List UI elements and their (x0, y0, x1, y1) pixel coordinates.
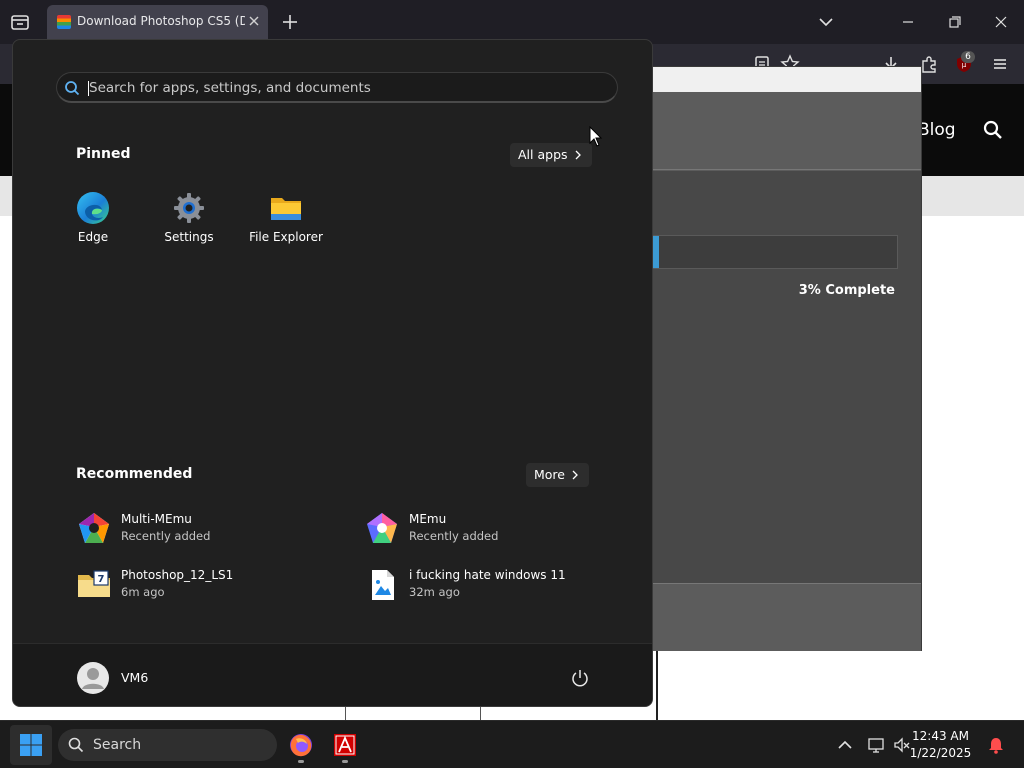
user-avatar-icon[interactable] (76, 661, 110, 695)
multi-memu-icon (79, 513, 109, 543)
start-menu: Pinned All apps Edge (12, 39, 653, 707)
site-nav-blog[interactable]: Blog (918, 120, 956, 140)
chevron-right-icon (575, 150, 581, 160)
dialog-footer (641, 583, 921, 651)
all-apps-label: All apps (518, 147, 568, 162)
browser-tab-bar: Download Photoshop CS5 (Dire (0, 0, 1024, 44)
recommended-item-subtitle: Recently added (121, 529, 211, 543)
recommended-item-subtitle: 32m ago (409, 585, 460, 599)
clock-time[interactable]: 12:43 AM (900, 729, 981, 743)
recommended-item-name: Multi-MEmu (121, 512, 192, 526)
taskbar-search-box[interactable]: Search (58, 729, 277, 761)
folder-icon (271, 198, 301, 220)
table-border (480, 706, 481, 720)
recommended-item[interactable]: i fucking hate windows 11 32m ago (364, 565, 614, 605)
chevron-down-icon[interactable] (816, 12, 836, 32)
adobe-icon (334, 734, 356, 756)
site-favicon-icon (57, 15, 71, 29)
chevron-up-icon[interactable] (835, 735, 855, 755)
settings-gear-icon (174, 193, 204, 223)
edge-icon (77, 192, 109, 224)
search-icon (68, 737, 84, 753)
taskbar-search-label: Search (93, 737, 142, 753)
more-label: More (534, 467, 565, 482)
svg-text:7: 7 (98, 574, 105, 585)
start-menu-footer: VM6 (13, 643, 652, 706)
recommended-item[interactable]: Multi-MEmu Recently added (76, 509, 326, 549)
tab-list-icon[interactable] (9, 11, 31, 33)
search-icon (65, 81, 80, 96)
search-icon[interactable] (982, 119, 1004, 141)
all-apps-button[interactable]: All apps (510, 143, 592, 167)
close-window-icon[interactable] (991, 12, 1011, 32)
pinned-app-label: File Explorer (249, 230, 323, 244)
tab-title: Download Photoshop CS5 (Dire (77, 14, 245, 28)
clock-date[interactable]: 1/22/2025 (900, 746, 981, 760)
user-name[interactable]: VM6 (121, 670, 148, 685)
pinned-app-label: Edge (77, 230, 109, 244)
running-indicator (298, 760, 304, 763)
text-caret (88, 81, 89, 96)
recommended-item-subtitle: 6m ago (121, 585, 165, 599)
recommended-item-name: i fucking hate windows 11 (409, 568, 566, 582)
start-search-box[interactable] (56, 72, 618, 103)
taskbar: Search 12:43 AM 1/22/2025 (0, 720, 1024, 768)
browser-tab-active[interactable]: Download Photoshop CS5 (Dire (47, 5, 268, 39)
recommended-item-subtitle: Recently added (409, 529, 499, 543)
recommended-item[interactable]: MEmu Recently added (364, 509, 614, 549)
more-button[interactable]: More (526, 463, 589, 487)
download-progress-bar (651, 235, 898, 269)
windows-logo-icon (20, 734, 42, 756)
restore-icon[interactable] (945, 12, 965, 32)
tab-close-icon[interactable] (247, 14, 261, 28)
start-search-input[interactable] (89, 77, 609, 99)
recommended-item-name: MEmu (409, 512, 447, 526)
image-file-icon (372, 570, 394, 600)
taskbar-app-firefox[interactable] (283, 727, 319, 763)
power-icon[interactable] (570, 668, 590, 688)
download-progress-dialog: 3% Complete (640, 66, 922, 651)
firefox-icon (290, 734, 312, 757)
memu-icon (367, 513, 397, 543)
chevron-right-icon (572, 470, 578, 480)
pinned-app-label: Settings (164, 230, 214, 244)
pinned-heading: Pinned (76, 146, 131, 162)
recommended-item-name: Photoshop_12_LS1 (121, 568, 234, 582)
table-border (345, 706, 346, 720)
pinned-app-settings[interactable]: Settings (141, 190, 237, 254)
dialog-body: 3% Complete (641, 171, 921, 583)
recommended-heading: Recommended (76, 466, 193, 482)
dialog-header (641, 92, 921, 170)
taskbar-app-adobe[interactable] (327, 727, 363, 763)
hamburger-menu-icon[interactable] (989, 53, 1011, 75)
extension-badge: 6 (961, 51, 975, 63)
download-status-text: 3% Complete (798, 283, 895, 298)
minimize-icon[interactable] (898, 12, 918, 32)
network-icon[interactable] (866, 735, 886, 755)
table-border (656, 650, 658, 720)
recommended-item[interactable]: 7 Photoshop_12_LS1 6m ago (76, 565, 326, 605)
download-progress-fill (652, 236, 660, 268)
archive-folder-icon: 7 (78, 570, 110, 597)
notification-bell-icon[interactable] (986, 735, 1006, 755)
new-tab-plus-icon[interactable] (280, 12, 300, 32)
mouse-cursor-icon (589, 126, 603, 147)
start-button[interactable] (10, 725, 52, 765)
dialog-titlebar[interactable] (641, 67, 921, 92)
pinned-app-file-explorer[interactable]: File Explorer (238, 190, 334, 254)
running-indicator (342, 760, 348, 763)
pinned-app-edge[interactable]: Edge (45, 190, 141, 254)
